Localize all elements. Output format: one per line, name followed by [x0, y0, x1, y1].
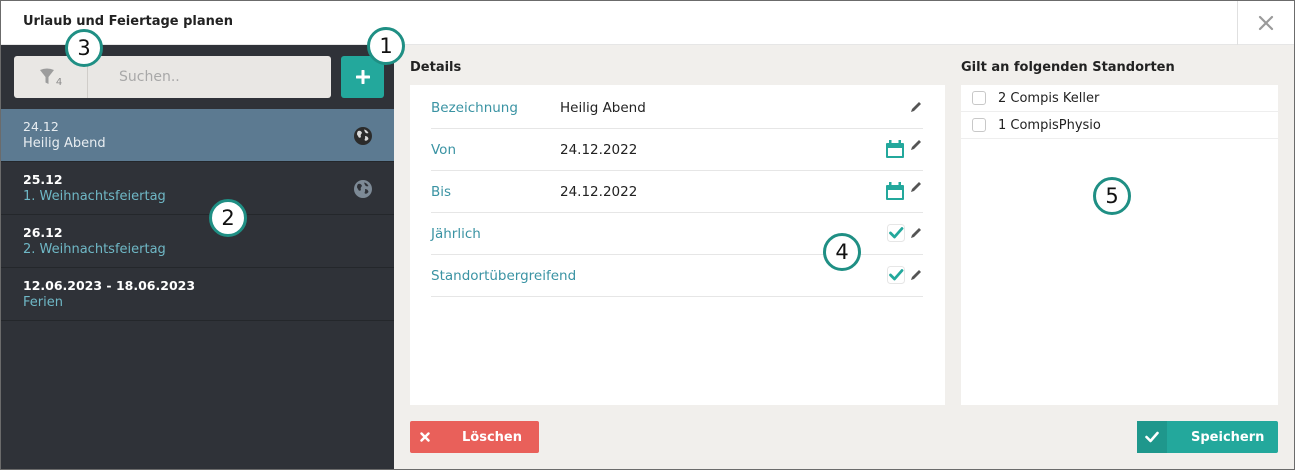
- callout-marker: 2: [209, 199, 247, 237]
- list-item[interactable]: 12.06.2023 - 18.06.2023 Ferien: [1, 268, 394, 321]
- row-label: Von: [431, 142, 457, 158]
- row-label: Bis: [431, 184, 452, 200]
- save-label: Speichern: [1191, 429, 1265, 445]
- location-checkbox[interactable]: [972, 91, 986, 105]
- close-icon: [1258, 15, 1274, 31]
- globe-icon: [354, 127, 372, 145]
- item-date: 26.12: [23, 225, 63, 240]
- callout-marker: 3: [65, 29, 103, 67]
- location-item[interactable]: 1 CompisPhysio: [961, 112, 1278, 139]
- list-item[interactable]: 26.12 2. Weihnachtsfeiertag: [1, 215, 394, 268]
- title-bar: Urlaub und Feiertage planen: [1, 1, 1294, 45]
- callout-marker: 1: [367, 27, 405, 65]
- item-date: 25.12: [23, 172, 63, 187]
- filter-count: 4: [55, 76, 63, 88]
- holiday-planner-dialog: Urlaub und Feiertage planen 4 Suchen.. 2…: [0, 0, 1295, 470]
- holiday-sidebar: 4 24.12 Heilig Abend 25.12 1. Weihnacht: [1, 45, 394, 469]
- row-label: Standortübergreifend: [431, 268, 577, 284]
- close-icon: [410, 432, 440, 442]
- sidebar-toolbar: 4: [1, 45, 394, 109]
- search-input[interactable]: [88, 56, 331, 98]
- delete-label: Löschen: [462, 429, 522, 445]
- delete-button[interactable]: Löschen: [410, 421, 539, 453]
- item-name: Heilig Abend: [23, 136, 106, 151]
- callout-marker: 5: [1093, 177, 1131, 215]
- location-item[interactable]: 2 Compis Keller: [961, 85, 1278, 112]
- callout-marker: 4: [823, 233, 861, 271]
- details-panel: Bezeichnung Heilig Abend Von 24.12.2022: [410, 85, 945, 405]
- yearly-checkbox[interactable]: [887, 224, 905, 242]
- item-date: 24.12: [23, 119, 59, 134]
- list-item[interactable]: 24.12 Heilig Abend: [1, 109, 394, 162]
- locations-panel: 2 Compis Keller 1 CompisPhysio: [961, 85, 1278, 405]
- details-row-to: Bis 24.12.2022: [431, 171, 923, 213]
- location-checkbox[interactable]: [972, 118, 986, 132]
- item-date: 12.06.2023 - 18.06.2023: [23, 278, 196, 293]
- details-heading: Details: [410, 60, 462, 75]
- calendar-icon[interactable]: [885, 139, 905, 159]
- filter-icon: [39, 68, 54, 84]
- pencil-icon[interactable]: [909, 138, 923, 152]
- name-field[interactable]: Heilig Abend: [560, 100, 646, 116]
- plus-icon: [355, 70, 370, 84]
- item-name: 2. Weihnachtsfeiertag: [23, 242, 166, 257]
- cross-location-checkbox[interactable]: [887, 266, 905, 284]
- pencil-icon[interactable]: [909, 226, 923, 240]
- pencil-icon[interactable]: [909, 180, 923, 194]
- globe-icon: [354, 180, 372, 198]
- pencil-icon[interactable]: [909, 100, 923, 114]
- list-item[interactable]: 25.12 1. Weihnachtsfeiertag: [1, 162, 394, 215]
- location-label: 2 Compis Keller: [998, 90, 1100, 106]
- location-label: 1 CompisPhysio: [998, 117, 1101, 133]
- locations-heading: Gilt an folgenden Standorten: [961, 60, 1175, 75]
- to-date-field[interactable]: 24.12.2022: [560, 184, 637, 200]
- save-button[interactable]: Speichern: [1137, 421, 1278, 453]
- row-label: Bezeichnung: [431, 100, 518, 116]
- details-row-name: Bezeichnung Heilig Abend: [431, 87, 923, 129]
- row-label: Jährlich: [431, 226, 481, 242]
- calendar-icon[interactable]: [885, 181, 905, 201]
- pencil-icon[interactable]: [909, 268, 923, 282]
- close-button[interactable]: [1237, 1, 1294, 45]
- from-date-field[interactable]: 24.12.2022: [560, 142, 637, 158]
- holiday-list: 24.12 Heilig Abend 25.12 1. Weihnachtsfe…: [1, 109, 394, 321]
- check-icon: [1137, 421, 1167, 453]
- details-row-from: Von 24.12.2022: [431, 129, 923, 171]
- item-name: 1. Weihnachtsfeiertag: [23, 189, 166, 204]
- item-name: Ferien: [23, 295, 63, 310]
- dialog-title: Urlaub und Feiertage planen: [23, 14, 233, 29]
